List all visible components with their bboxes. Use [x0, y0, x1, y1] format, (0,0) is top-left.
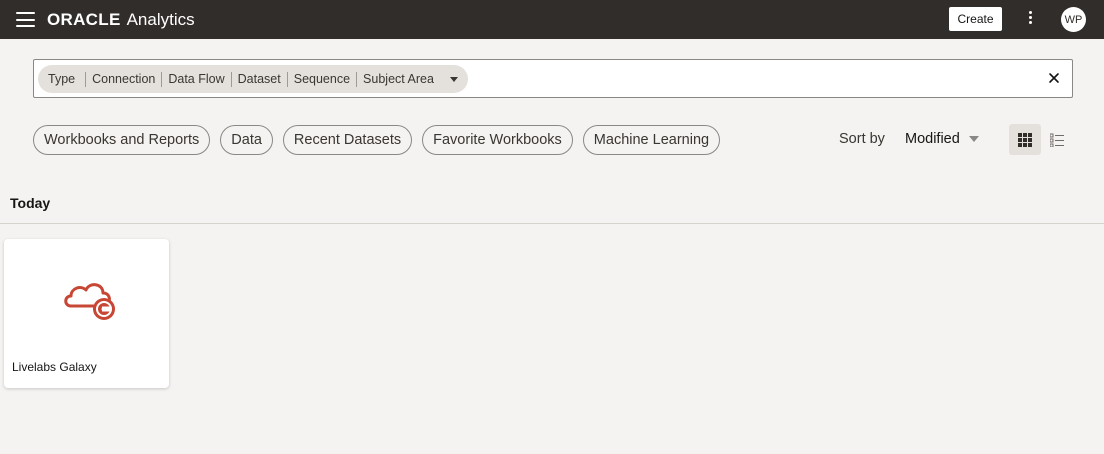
oracle-logo: ORACLE	[47, 10, 121, 29]
chevron-down-icon	[968, 136, 979, 142]
sort-by-label: Sort by	[839, 131, 885, 147]
top-bar: ORACLE Analytics Create WP	[0, 0, 1104, 39]
filter-type-label: Type	[48, 71, 76, 86]
type-filter[interactable]: Type Connection Data Flow Dataset Sequen…	[38, 65, 468, 93]
brand: ORACLE Analytics	[47, 10, 195, 30]
grid-icon	[1018, 132, 1032, 147]
section-divider	[0, 223, 1104, 224]
card-title: Livelabs Galaxy	[12, 360, 97, 374]
list-view-button[interactable]	[1045, 124, 1069, 155]
grid-view-button[interactable]	[1009, 124, 1041, 155]
cloud-connection-icon	[64, 283, 115, 320]
user-avatar[interactable]: WP	[1061, 7, 1086, 32]
sort-value: Modified	[905, 131, 960, 147]
menu-icon[interactable]	[16, 12, 35, 27]
chip-workbooks-and-reports[interactable]: Workbooks and Reports	[33, 125, 211, 155]
list-icon	[1050, 133, 1064, 147]
filter-option-subject-area[interactable]: Subject Area	[356, 71, 440, 87]
search-bar[interactable]: Type Connection Data Flow Dataset Sequen…	[33, 59, 1073, 98]
filter-option-dataset[interactable]: Dataset	[230, 71, 287, 87]
sort-select[interactable]: Modified	[905, 131, 979, 147]
chevron-down-icon[interactable]	[449, 76, 458, 82]
close-icon[interactable]	[1047, 71, 1061, 85]
quick-filter-chips: Workbooks and Reports Data Recent Datase…	[33, 125, 730, 155]
filter-option-data-flow[interactable]: Data Flow	[161, 71, 230, 87]
create-button[interactable]: Create	[949, 7, 1002, 31]
chip-favorite-workbooks[interactable]: Favorite Workbooks	[422, 125, 573, 155]
chip-data[interactable]: Data	[220, 125, 273, 155]
product-name: Analytics	[126, 10, 195, 29]
more-options-icon[interactable]	[1026, 11, 1034, 28]
chip-machine-learning[interactable]: Machine Learning	[582, 125, 721, 155]
workbook-card[interactable]: Livelabs Galaxy	[4, 239, 169, 388]
section-title-today: Today	[10, 195, 51, 211]
chip-recent-datasets[interactable]: Recent Datasets	[282, 125, 413, 155]
filter-option-connection[interactable]: Connection	[85, 71, 161, 87]
filter-option-sequence[interactable]: Sequence	[286, 71, 356, 87]
